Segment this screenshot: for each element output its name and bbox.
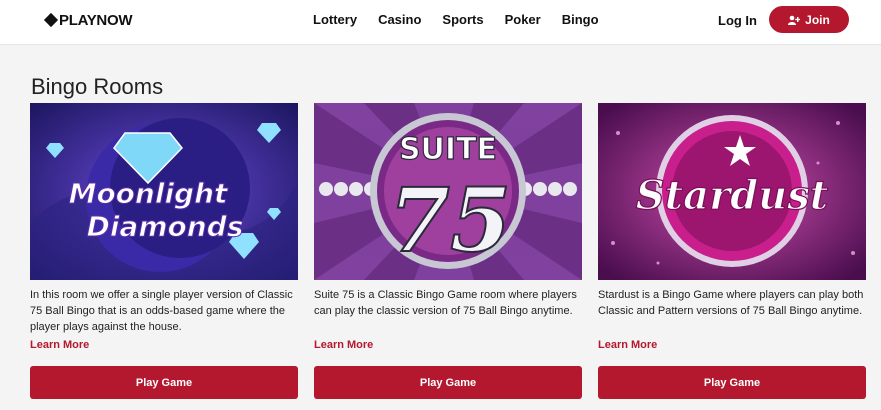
- join-label: Join: [805, 12, 830, 27]
- diamond-icon: [43, 12, 59, 28]
- learn-more-link[interactable]: Learn More: [30, 339, 298, 355]
- page-title: Bingo Rooms: [31, 74, 164, 99]
- nav-bingo[interactable]: Bingo: [562, 12, 599, 27]
- diamonds-art-text: Diamonds: [87, 210, 244, 243]
- play-game-button[interactable]: Play Game: [314, 366, 582, 399]
- playnow-logo[interactable]: PLAYNOW: [43, 11, 133, 29]
- join-button[interactable]: Join: [769, 6, 849, 33]
- nav-lottery[interactable]: Lottery: [313, 12, 357, 27]
- bingo-room-card-suite-75: SUITE 75 Suite 75 is a Classic Bingo Gam…: [314, 103, 582, 399]
- main-nav: Lottery Casino Sports Poker Bingo: [313, 12, 620, 27]
- room-description: Suite 75 is a Classic Bingo Game room wh…: [314, 289, 577, 317]
- nav-poker[interactable]: Poker: [505, 12, 541, 27]
- nav-sports[interactable]: Sports: [442, 12, 483, 27]
- stardust-art-text: Stardust: [636, 172, 829, 219]
- suite-75-artwork[interactable]: SUITE 75: [314, 103, 582, 280]
- stardust-artwork[interactable]: Stardust: [598, 103, 866, 280]
- moonlight-art-text: Moonlight: [69, 177, 229, 210]
- bingo-room-card-stardust: Stardust Stardust is a Bingo Game where …: [598, 103, 866, 399]
- moonlight-diamonds-artwork[interactable]: Moonlight Diamonds: [30, 103, 298, 280]
- play-game-button[interactable]: Play Game: [30, 366, 298, 399]
- logo-text: PLAYNOW: [59, 11, 133, 29]
- login-link[interactable]: Log In: [718, 13, 757, 28]
- room-description: Stardust is a Bingo Game where players c…: [598, 289, 864, 317]
- seventy-five-art-text: 75: [389, 168, 511, 272]
- bingo-room-card-moonlight-diamonds: Moonlight Diamonds In this room we offer…: [30, 103, 298, 399]
- nav-casino[interactable]: Casino: [378, 12, 421, 27]
- learn-more-link[interactable]: Learn More: [314, 339, 582, 355]
- top-navigation-bar: PLAYNOW Lottery Casino Sports Poker Bing…: [0, 0, 881, 45]
- play-game-button[interactable]: Play Game: [598, 366, 866, 399]
- learn-more-link[interactable]: Learn More: [598, 339, 866, 355]
- add-user-icon: [788, 15, 801, 25]
- suite-art-text: SUITE: [399, 132, 497, 167]
- room-description: In this room we offer a single player ve…: [30, 289, 293, 333]
